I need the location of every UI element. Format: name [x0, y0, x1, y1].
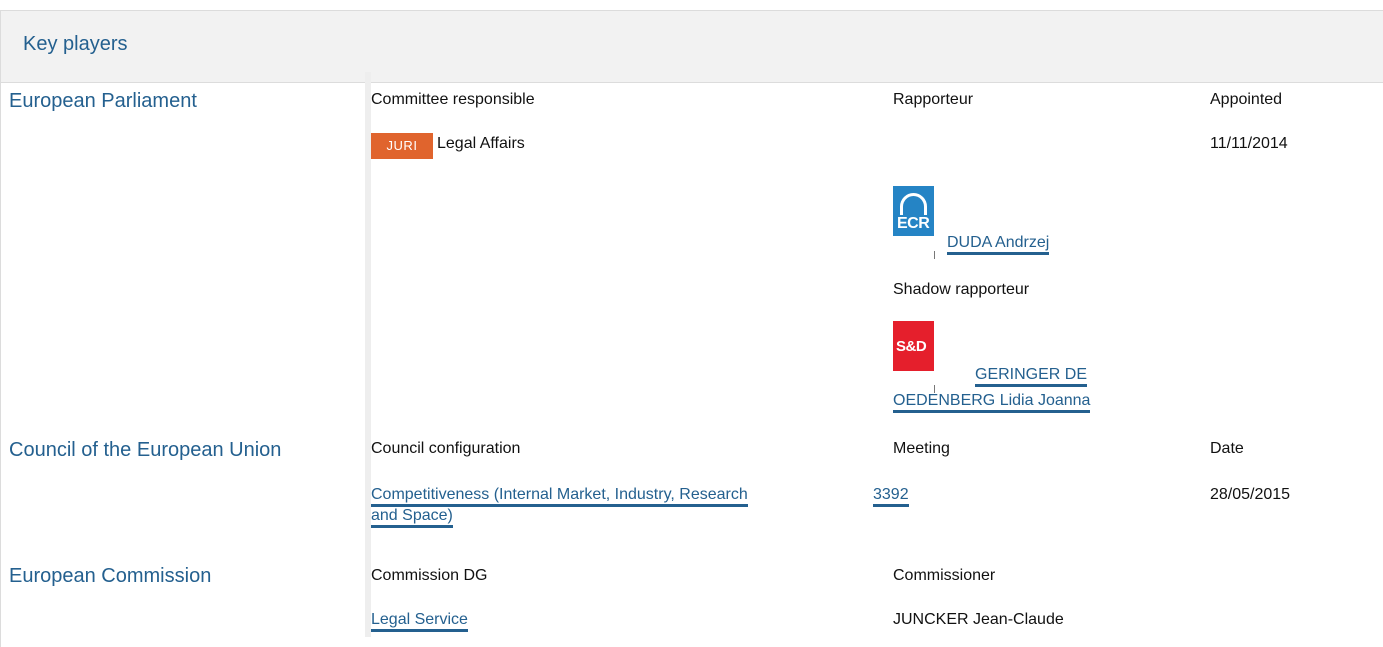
key-players-panel: Key players: [0, 10, 1383, 647]
shadow-rapporteur-link-line1[interactable]: GERINGER DE: [975, 364, 1088, 387]
commissioner-name: JUNCKER Jean-Claude: [893, 611, 1064, 628]
appointed-date: 11/11/2014: [1210, 135, 1288, 152]
header-rapporteur: Rapporteur: [893, 91, 974, 108]
council-configuration-link-line2[interactable]: and Space): [371, 505, 453, 528]
panel-title: Key players: [23, 33, 128, 55]
header-commission-dg: Commission DG: [371, 567, 488, 584]
header-appointed: Appointed: [1210, 91, 1283, 108]
shadow-rapporteur-link-line2[interactable]: OEDENBERG Lidia Joanna: [893, 390, 1091, 413]
panel-header: Key players: [1, 11, 1383, 83]
commission-dg-link[interactable]: Legal Service: [371, 609, 468, 632]
institution-council: Council of the European Union: [9, 439, 282, 461]
meeting-link[interactable]: 3392: [873, 484, 909, 507]
header-committee-responsible: Committee responsible: [371, 91, 535, 108]
committee-badge-juri: JURI: [371, 133, 433, 159]
institution-commission: European Commission: [9, 565, 212, 587]
shadow-rapporteur-label: Shadow rapporteur: [893, 281, 1030, 298]
header-meeting: Meeting: [893, 440, 950, 457]
institution-parliament: European Parliament: [9, 90, 197, 112]
council-configuration-link-line1[interactable]: Competitiveness (Internal Market, Indust…: [371, 484, 748, 507]
rapporteur-link[interactable]: DUDA Andrzej: [947, 232, 1050, 255]
header-commissioner: Commissioner: [893, 567, 996, 584]
sd-group-logo: S&D: [893, 321, 934, 371]
ecr-group-logo: ECR: [893, 186, 934, 236]
header-council-configuration: Council configuration: [371, 440, 521, 457]
header-date: Date: [1210, 440, 1244, 457]
meeting-date: 28/05/2015: [1210, 486, 1291, 503]
committee-name: Legal Affairs: [437, 135, 525, 152]
